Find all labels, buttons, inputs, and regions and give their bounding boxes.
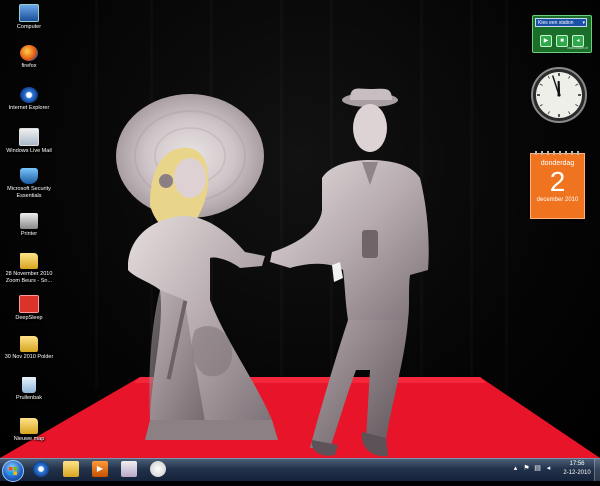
station-select[interactable]: Kies een station ▾ <box>535 18 587 27</box>
computer-icon <box>19 4 39 22</box>
folder-icon <box>20 253 38 269</box>
desktop-icon-label: Internet Explorer <box>0 105 58 112</box>
taskbar: ▶ ▴ ⚑ ▤ ◂ 17:56 2-12-2010 <box>0 458 600 481</box>
play-icon: ▶ <box>544 38 549 44</box>
show-desktop-button[interactable] <box>594 459 600 481</box>
system-tray: ▴ ⚑ ▤ ◂ 17:56 2-12-2010 <box>510 459 600 481</box>
firefox-icon <box>20 45 38 61</box>
media-player-icon: ▶ <box>92 461 108 477</box>
desktop-icon-security-essentials[interactable]: Microsoft Security Essentials <box>0 168 58 200</box>
start-button[interactable] <box>2 460 24 482</box>
folder-icon <box>20 336 38 352</box>
desktop-icon-label: firefox <box>0 63 58 70</box>
network-icon[interactable]: ▤ <box>534 465 541 472</box>
taskbar-date[interactable]: 2-12-2010 <box>560 470 594 476</box>
desktop-icon-label: Printer <box>0 231 58 238</box>
windows-logo-icon <box>3 461 23 481</box>
desktop-icon-label: Microsoft Security Essentials <box>0 186 58 200</box>
radio-gadget[interactable]: Kies een station ▾ ▶ ■ ◂ radiowatch.nl <box>532 15 592 53</box>
calendar-rings <box>531 151 584 155</box>
calendar-gadget[interactable]: donderdag 2 december 2010 <box>530 153 585 219</box>
station-select-value: Kies een station <box>538 20 574 26</box>
desktop-icon-label: Prullenbak <box>0 395 58 402</box>
action-center-flag-icon[interactable]: ⚑ <box>523 465 530 472</box>
clock-gadget[interactable] <box>530 66 588 124</box>
stop-button[interactable]: ■ <box>556 35 568 47</box>
calendar-month-year: december 2010 <box>531 197 584 203</box>
desktop-icon-label: 28 November 2010 Zoom Beurs - Sn... <box>0 271 58 285</box>
desktop-icon-deepsleep[interactable]: DeepSleep <box>0 295 58 322</box>
desktop-icon-firefox[interactable]: firefox <box>0 45 58 70</box>
desktop-icon-recycle-bin[interactable]: Prullenbak <box>0 377 58 402</box>
internet-explorer-icon <box>20 87 38 103</box>
desktop-icon-internet-explorer[interactable]: Internet Explorer <box>0 87 58 112</box>
mail-icon <box>19 128 39 146</box>
volume-icon: ◂ <box>576 38 579 44</box>
calendar-date: 2 <box>531 167 584 197</box>
printer-icon <box>20 213 38 229</box>
chevron-down-icon: ▾ <box>582 19 585 28</box>
play-button[interactable]: ▶ <box>540 35 552 47</box>
desktop-icon-windows-live-mail[interactable]: Windows Live Mail <box>0 128 58 155</box>
desktop-icon-label: Computer <box>0 24 58 31</box>
taskbar-paint[interactable] <box>121 461 137 477</box>
desktop-icon-label: Nieuwe map <box>0 436 58 443</box>
taskbar-explorer[interactable] <box>63 461 79 477</box>
desktop-icon-printer[interactable]: Printer <box>0 213 58 238</box>
taskbar-internet-explorer[interactable] <box>33 461 49 477</box>
desktop-icon-computer[interactable]: Computer <box>0 4 58 31</box>
red-stage-floor <box>0 377 600 458</box>
taskbar-media-player[interactable]: ▶ <box>92 461 108 477</box>
desktop-icon-label: Windows Live Mail <box>0 148 58 155</box>
stop-icon: ■ <box>560 38 564 44</box>
desktop-icon-label: DeepSleep <box>0 315 58 322</box>
taskbar-time[interactable]: 17:56 <box>562 461 592 467</box>
wallpaper-photo <box>0 0 600 458</box>
radio-brand: radiowatch.nl <box>567 46 588 50</box>
show-hidden-icons-icon[interactable]: ▴ <box>512 465 519 472</box>
desktop[interactable]: Computer firefox Internet Explorer Windo… <box>0 0 600 458</box>
volume-icon[interactable]: ◂ <box>545 465 552 472</box>
desktop-icon-nieuwe-map[interactable]: Nieuwe map <box>0 418 58 443</box>
taskbar-snipping-tool[interactable] <box>150 461 166 477</box>
desktop-icon-folder-polder[interactable]: 30 Nov 2010 Polder <box>0 336 58 361</box>
desktop-icon-folder-zoom-beurs[interactable]: 28 November 2010 Zoom Beurs - Sn... <box>0 253 58 285</box>
desktop-icon-label: 30 Nov 2010 Polder <box>0 354 58 361</box>
security-essentials-icon <box>20 168 38 184</box>
recycle-bin-icon <box>22 377 36 393</box>
folder-icon <box>20 418 38 434</box>
deepsleep-icon <box>19 295 39 313</box>
